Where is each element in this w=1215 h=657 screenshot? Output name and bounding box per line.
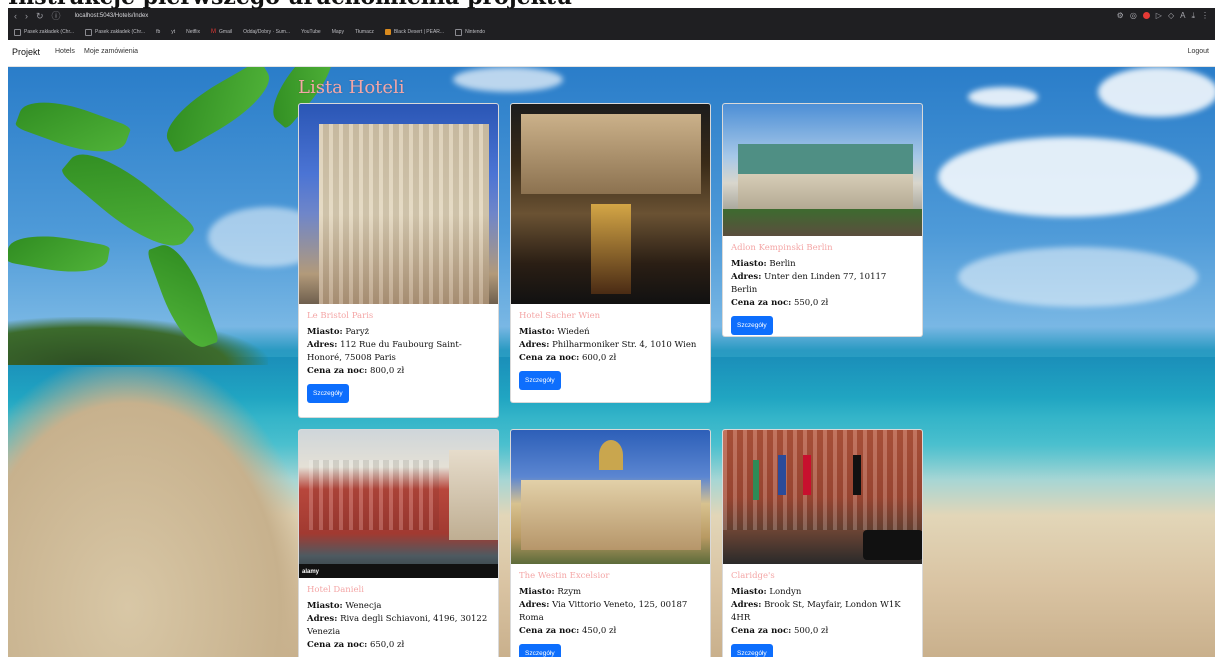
hotel-photo	[511, 430, 710, 564]
nav-link-orders[interactable]: Moje zamówienia	[84, 48, 138, 55]
hotel-photo: alamy	[299, 430, 498, 578]
bookmark-item[interactable]: Tłumacz	[355, 29, 374, 35]
shield-icon[interactable]: ◇	[1168, 11, 1174, 20]
city-label: Miasto:	[519, 587, 555, 597]
hotel-city: Wenecja	[345, 601, 382, 611]
bookmark-item[interactable]: Pasek zakładek (Chr...	[14, 28, 74, 36]
bookmark-item[interactable]: YouTube	[301, 29, 321, 35]
hotel-card: Adlon Kempinski Berlin Miasto: Berlin Ad…	[722, 103, 923, 337]
hotel-name: Claridge's	[731, 571, 775, 581]
hotel-photo	[511, 104, 710, 304]
extensions-area: ⚙ ◎ ▷ ◇ A ⤓ ⋮	[1117, 11, 1209, 20]
site-info-icon[interactable]: ⓘ	[52, 11, 61, 21]
bookmark-item[interactable]: yt	[171, 29, 175, 35]
address-label: Adres:	[519, 340, 550, 350]
app-navbar: Projekt Hotels Moje zamówienia Logout	[8, 40, 1215, 67]
extension-icon[interactable]: ⚙	[1117, 11, 1124, 20]
city-label: Miasto:	[731, 587, 767, 597]
hotel-city: Wiedeń	[557, 327, 590, 337]
document-heading: Instrukcje pierwszego uruchomienia proje…	[8, 0, 572, 8]
back-icon[interactable]: ‹	[14, 11, 17, 21]
price-label: Cena za noc:	[307, 640, 368, 650]
address-label: Adres:	[519, 600, 550, 610]
hotel-card: Claridge's Miasto: Londyn Adres: Brook S…	[722, 429, 923, 657]
city-label: Miasto:	[519, 327, 555, 337]
url-bar[interactable]: localhost:5043/Hotels/Index	[75, 13, 149, 19]
folder-icon	[14, 28, 21, 36]
bookmark-item[interactable]: Nintendo	[455, 28, 485, 36]
nav-link-hotels[interactable]: Hotels	[55, 48, 75, 55]
address-label: Adres:	[731, 600, 762, 610]
hotel-city: Paryż	[345, 327, 370, 337]
hotel-card: The Westin Excelsior Miasto: Rzym Adres:…	[510, 429, 711, 657]
forward-icon[interactable]: ›	[25, 11, 28, 21]
address-label: Adres:	[731, 272, 762, 282]
download-icon[interactable]: ⤓	[1191, 11, 1195, 20]
address-row: ‹ › ↻ ⓘ localhost:5043/Hotels/Index	[8, 8, 1215, 24]
photo-watermark: alamy	[302, 569, 320, 575]
details-button[interactable]: Szczegóły	[307, 384, 349, 403]
bookmarks-bar: Pasek zakładek (Chr... Pasek zakładek (C…	[8, 24, 1215, 40]
bookmark-item[interactable]: fb	[156, 29, 160, 35]
hotel-price: 550,0 zł	[793, 298, 829, 308]
record-icon[interactable]	[1142, 12, 1150, 19]
details-button[interactable]: Szczegóły	[731, 644, 773, 657]
hotel-city: Rzym	[557, 587, 582, 597]
reload-icon[interactable]: ↻	[36, 11, 44, 21]
menu-icon[interactable]: ⋮	[1201, 11, 1209, 20]
hotel-card: Le Bristol Paris Miasto: Paryż Adres: 11…	[298, 103, 499, 418]
bookmark-item[interactable]: Oddaj/Dobry · Sum...	[243, 29, 290, 35]
hotel-price: 450,0 zł	[581, 626, 617, 636]
details-button[interactable]: Szczegóły	[519, 371, 561, 390]
hotel-photo	[723, 104, 922, 236]
hotel-name: Hotel Sacher Wien	[519, 311, 601, 321]
details-button[interactable]: Szczegóły	[731, 316, 773, 335]
bookmark-item[interactable]: Mapy	[332, 29, 344, 35]
hotel-card: alamy Hotel Danieli Miasto: Wenecja Adre…	[298, 429, 499, 657]
browser-chrome: ‹ › ↻ ⓘ localhost:5043/Hotels/Index ⚙ ◎ …	[8, 8, 1215, 40]
folder-icon	[455, 28, 463, 36]
price-label: Cena za noc:	[731, 626, 792, 636]
extension-icon[interactable]: ◎	[1130, 11, 1137, 20]
price-label: Cena za noc:	[307, 366, 368, 376]
logout-link[interactable]: Logout	[1188, 48, 1209, 55]
brand-link[interactable]: Projekt	[12, 47, 40, 57]
price-label: Cena za noc:	[519, 626, 580, 636]
hotel-name: Le Bristol Paris	[307, 311, 374, 321]
profile-icon[interactable]: A	[1180, 11, 1185, 20]
bookmark-item[interactable]: Netflix	[186, 29, 200, 35]
details-button[interactable]: Szczegóły	[519, 644, 561, 657]
beach-background: Lista Hoteli Le Bristol Paris Miasto: Pa…	[8, 67, 1215, 657]
hotel-price: 500,0 zł	[793, 626, 829, 636]
hotel-price: 600,0 zł	[581, 353, 617, 363]
price-label: Cena za noc:	[519, 353, 580, 363]
hotel-card: Hotel Sacher Wien Miasto: Wiedeń Adres: …	[510, 103, 711, 403]
hotel-address: Philharmoniker Str. 4, 1010 Wien	[552, 340, 697, 350]
hotel-photo	[723, 430, 922, 564]
hotel-photo	[299, 104, 498, 304]
game-icon	[384, 29, 391, 35]
bookmark-item[interactable]: M Gmail	[211, 29, 232, 35]
bookmark-item[interactable]: Pasek zakładek (Chr...	[85, 28, 145, 36]
page-title: Lista Hoteli	[298, 77, 405, 98]
city-label: Miasto:	[307, 601, 343, 611]
city-label: Miasto:	[731, 259, 767, 269]
hotel-price: 650,0 zł	[369, 640, 405, 650]
address-label: Adres:	[307, 340, 338, 350]
folder-icon	[85, 28, 93, 36]
price-label: Cena za noc:	[731, 298, 792, 308]
hotel-name: Adlon Kempinski Berlin	[731, 243, 833, 253]
hotel-city: Berlin	[769, 259, 796, 269]
hotel-name: The Westin Excelsior	[519, 571, 610, 581]
hotel-city: Londyn	[769, 587, 802, 597]
city-label: Miasto:	[307, 327, 343, 337]
address-label: Adres:	[307, 614, 338, 624]
play-icon[interactable]: ▷	[1156, 11, 1162, 20]
hotel-name: Hotel Danieli	[307, 585, 364, 595]
hotel-price: 800,0 zł	[369, 366, 405, 376]
bookmark-item[interactable]: Black Desert | PEAR...	[384, 29, 444, 35]
gmail-icon: M	[211, 29, 217, 35]
